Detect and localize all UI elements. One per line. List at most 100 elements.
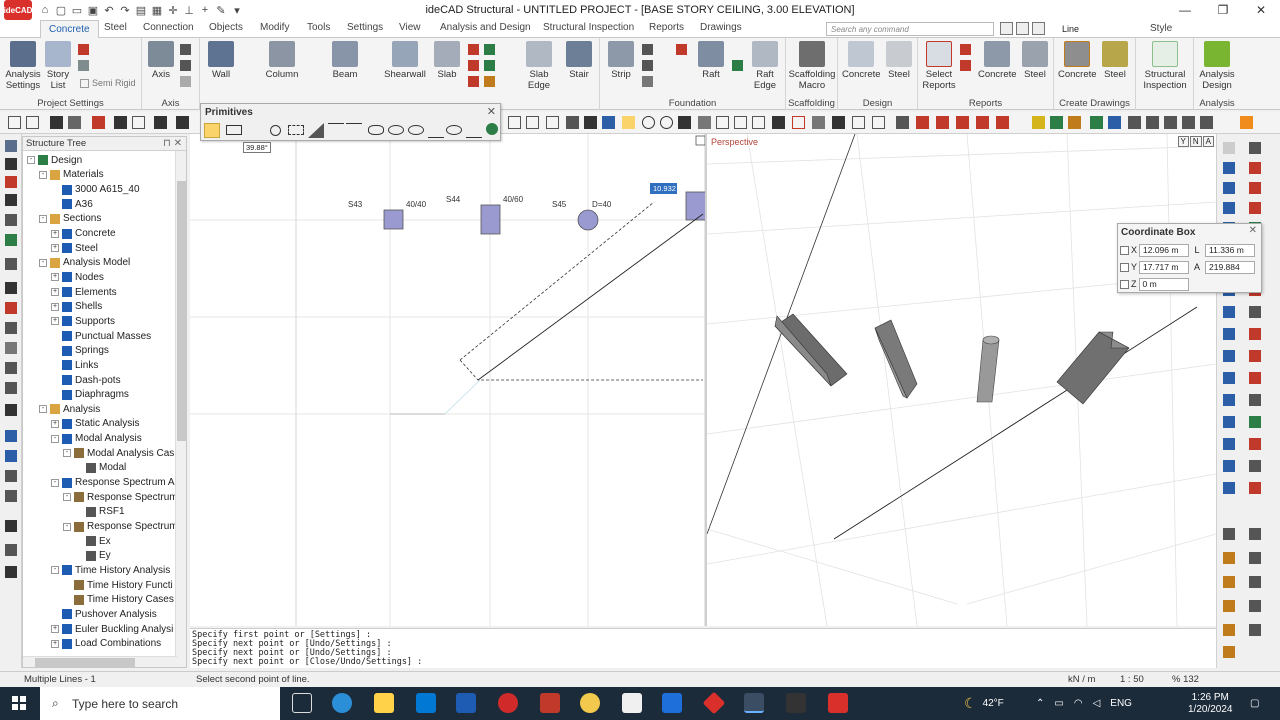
command-search-input[interactable]: Search any command <box>826 22 994 36</box>
tool-r30-icon[interactable] <box>1223 460 1235 472</box>
chrome-icon[interactable] <box>580 693 600 713</box>
x-coordinate-field[interactable]: 12.096 m <box>1139 243 1190 257</box>
tree-node[interactable]: - Modal Analysis Cas <box>63 446 174 461</box>
expand-icon[interactable]: + <box>51 273 59 282</box>
reports-concrete-button[interactable]: Concrete <box>978 41 1017 80</box>
tool-r17-icon[interactable] <box>1249 306 1261 318</box>
tab-modify[interactable]: Modify <box>260 22 289 33</box>
close-icon[interactable]: ✕ <box>487 105 496 118</box>
slab-opening-icon[interactable] <box>468 60 479 71</box>
tab-tools[interactable]: Tools <box>307 22 330 33</box>
tool-r39-icon[interactable] <box>1249 576 1261 588</box>
layers-icon[interactable] <box>1016 22 1029 35</box>
report-export-icon[interactable] <box>960 60 971 71</box>
collapse-icon[interactable]: - <box>51 566 59 575</box>
dropdown-icon[interactable]: ▾ <box>230 3 244 17</box>
tool-r6-icon[interactable] <box>1223 202 1235 214</box>
axis-button[interactable]: Axis <box>148 41 174 80</box>
save-icon[interactable]: ▣ <box>86 3 100 17</box>
print-icon[interactable]: ▤ <box>134 3 148 17</box>
tree-node[interactable]: Ex <box>75 534 111 549</box>
tie-beam-icon[interactable] <box>642 76 653 87</box>
collapse-icon[interactable]: - <box>27 156 35 165</box>
tab-settings[interactable]: Settings <box>347 22 383 33</box>
revit-icon[interactable] <box>456 693 476 713</box>
slab-tool-strip-icon[interactable] <box>5 214 17 226</box>
view-cube[interactable]: Y N A <box>1177 136 1214 147</box>
semi-rigid-checkbox[interactable]: Semi Rigid <box>80 78 136 89</box>
undo-icon[interactable]: ↶ <box>102 3 116 17</box>
open-folder-icon[interactable]: ▭ <box>70 3 84 17</box>
collapse-icon[interactable]: - <box>39 405 47 414</box>
tree-node[interactable]: + Load Combinations <box>51 636 161 651</box>
redo-icon[interactable]: ↷ <box>118 3 132 17</box>
select-icon[interactable] <box>50 116 63 129</box>
rotate-icon[interactable] <box>180 60 191 71</box>
tab-analysis-design[interactable]: Analysis and Design <box>440 22 531 33</box>
edge-icon[interactable] <box>332 693 352 713</box>
donut-tool-icon[interactable] <box>446 125 462 135</box>
edit-tool-icon[interactable] <box>5 430 17 442</box>
tree-node[interactable]: - Response Spectrum A <box>51 475 175 490</box>
column-tool-icon[interactable] <box>5 158 17 170</box>
pencil-icon[interactable]: ✎ <box>214 3 228 17</box>
tree-node[interactable]: - Modal Analysis <box>51 431 142 446</box>
tool-r19-icon[interactable] <box>1249 328 1261 340</box>
picture-icon[interactable] <box>752 116 765 129</box>
tool-r34-icon[interactable] <box>1223 528 1235 540</box>
drawings-steel-button[interactable]: Steel <box>1100 41 1130 80</box>
text-icon[interactable] <box>584 116 597 129</box>
collapse-icon[interactable]: - <box>63 449 71 458</box>
ellipse-tool-icon[interactable] <box>388 125 404 135</box>
rotate-rect-tool-icon[interactable] <box>246 123 262 138</box>
circle-tool-icon[interactable] <box>270 125 281 136</box>
expand-icon[interactable]: + <box>51 317 59 326</box>
frame-icon[interactable] <box>852 116 865 129</box>
app-blue-icon[interactable] <box>662 693 682 713</box>
y-lock-checkbox[interactable] <box>1120 262 1129 272</box>
layer-icon[interactable] <box>1000 22 1013 35</box>
settings-view-icon[interactable] <box>1240 116 1253 129</box>
raft-button[interactable]: Raft <box>698 41 724 80</box>
tool-r20-icon[interactable] <box>1223 350 1235 362</box>
column-s44[interactable] <box>480 204 501 235</box>
windows-start-icon[interactable] <box>12 696 26 710</box>
line-type-select[interactable]: Line <box>1058 22 1148 36</box>
axis-x-icon[interactable] <box>1128 116 1141 129</box>
raft-edge-button[interactable]: Raft Edge <box>750 41 780 91</box>
view-cube-y[interactable]: Y <box>1177 136 1189 147</box>
tool-r31-icon[interactable] <box>1249 460 1261 472</box>
grid-tool-icon[interactable] <box>5 404 17 416</box>
multi-tool-icon[interactable] <box>5 544 17 556</box>
x-lock-checkbox[interactable] <box>1120 245 1129 255</box>
column-s45[interactable] <box>577 209 599 231</box>
shape-icon[interactable] <box>1090 116 1103 129</box>
stretch-icon[interactable] <box>916 116 929 129</box>
column-button[interactable]: Column <box>264 41 300 80</box>
link-icon[interactable] <box>832 116 845 129</box>
opera-icon[interactable] <box>498 693 518 713</box>
axis-tool-strip-icon[interactable] <box>5 258 17 270</box>
connection-tool-icon[interactable] <box>5 322 17 334</box>
status-zoom[interactable]: % 132 <box>1172 674 1199 685</box>
erase-icon[interactable] <box>132 116 145 129</box>
tool-r42-icon[interactable] <box>1223 624 1235 636</box>
primitives-title[interactable]: Primitives <box>201 104 500 120</box>
footing-icon[interactable] <box>642 44 653 55</box>
color-icon[interactable] <box>1032 22 1045 35</box>
notification-icon[interactable]: ▢ <box>1250 687 1259 720</box>
tree-node[interactable]: - Sections <box>39 212 101 227</box>
tree-node[interactable]: Ey <box>75 549 111 564</box>
plan-canvas[interactable]: S43 40/40 S44 40/60 S45 D=40 10.932 <box>190 134 707 626</box>
tool-r24-icon[interactable] <box>1223 394 1235 406</box>
move-icon[interactable] <box>154 116 167 129</box>
tree-node[interactable]: Diaphragms <box>51 387 129 402</box>
stack-icon[interactable] <box>78 44 89 55</box>
tree-scroll-thumb[interactable] <box>177 181 186 441</box>
expand-icon[interactable]: + <box>51 639 59 648</box>
slab-edge-button[interactable]: Slab Edge <box>526 41 552 91</box>
view-axis-icon[interactable] <box>1182 116 1195 129</box>
extend-icon[interactable] <box>956 116 969 129</box>
clock[interactable]: 1:26 PM 1/20/2024 <box>1188 687 1233 720</box>
tool-r1-icon[interactable] <box>1249 142 1261 154</box>
